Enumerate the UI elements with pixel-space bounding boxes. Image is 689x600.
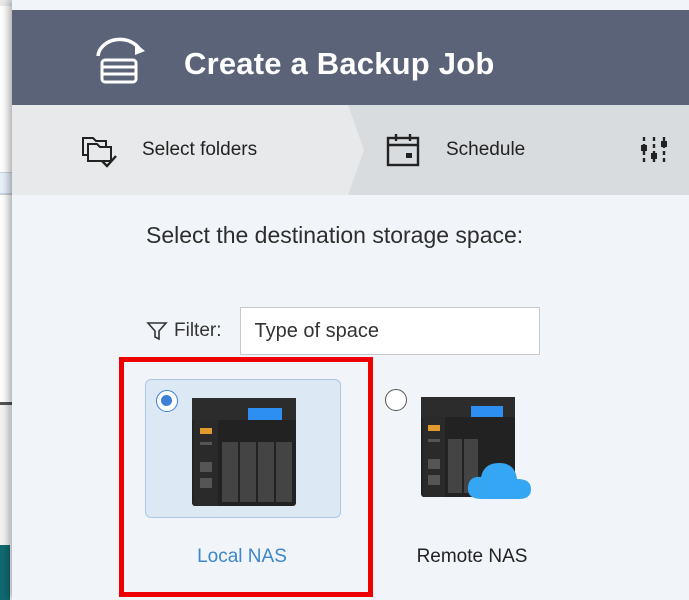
step-schedule: Schedule xyxy=(384,105,525,195)
type-of-space-dropdown[interactable]: Type of space xyxy=(239,307,540,355)
filter-label: Filter: xyxy=(174,320,222,341)
filter-icon xyxy=(146,322,168,341)
background-gray-area xyxy=(0,405,10,545)
background-teal-area xyxy=(0,545,10,600)
calendar-icon xyxy=(386,134,420,167)
create-backup-job-dialog: Create a Backup Job Select folders Sched… xyxy=(12,0,689,600)
step-settings xyxy=(638,105,689,195)
dialog-header: Create a Backup Job xyxy=(12,10,689,105)
dialog-title: Create a Backup Job xyxy=(184,46,495,81)
step-label: Schedule xyxy=(446,139,526,160)
select-folders-icon xyxy=(82,137,117,168)
wizard-steps: Select folders Schedule xyxy=(12,105,689,195)
option-card[interactable] xyxy=(145,379,341,518)
step-arrow xyxy=(348,105,364,195)
remote-nas-label[interactable]: Remote NAS xyxy=(372,546,572,568)
remote-nas-radio[interactable] xyxy=(385,389,407,411)
remote-nas-option[interactable]: Remote NAS xyxy=(372,378,572,588)
option-card[interactable] xyxy=(375,379,571,518)
local-nas-option[interactable]: Local NAS xyxy=(142,378,342,588)
local-nas-label[interactable]: Local NAS xyxy=(142,546,342,568)
backup-drive-icon xyxy=(96,37,145,84)
sliders-icon xyxy=(641,137,667,163)
dialog-content: Select the destination storage space: Fi… xyxy=(82,195,689,600)
local-nas-radio[interactable] xyxy=(156,390,178,412)
filter-row: Filter: Type of space xyxy=(146,307,540,355)
remote-nas-icon xyxy=(421,397,531,499)
local-nas-icon xyxy=(192,398,296,506)
step-label: Select folders xyxy=(142,139,258,160)
step-select-folders: Select folders xyxy=(80,105,257,195)
destination-prompt: Select the destination storage space: xyxy=(146,222,524,248)
